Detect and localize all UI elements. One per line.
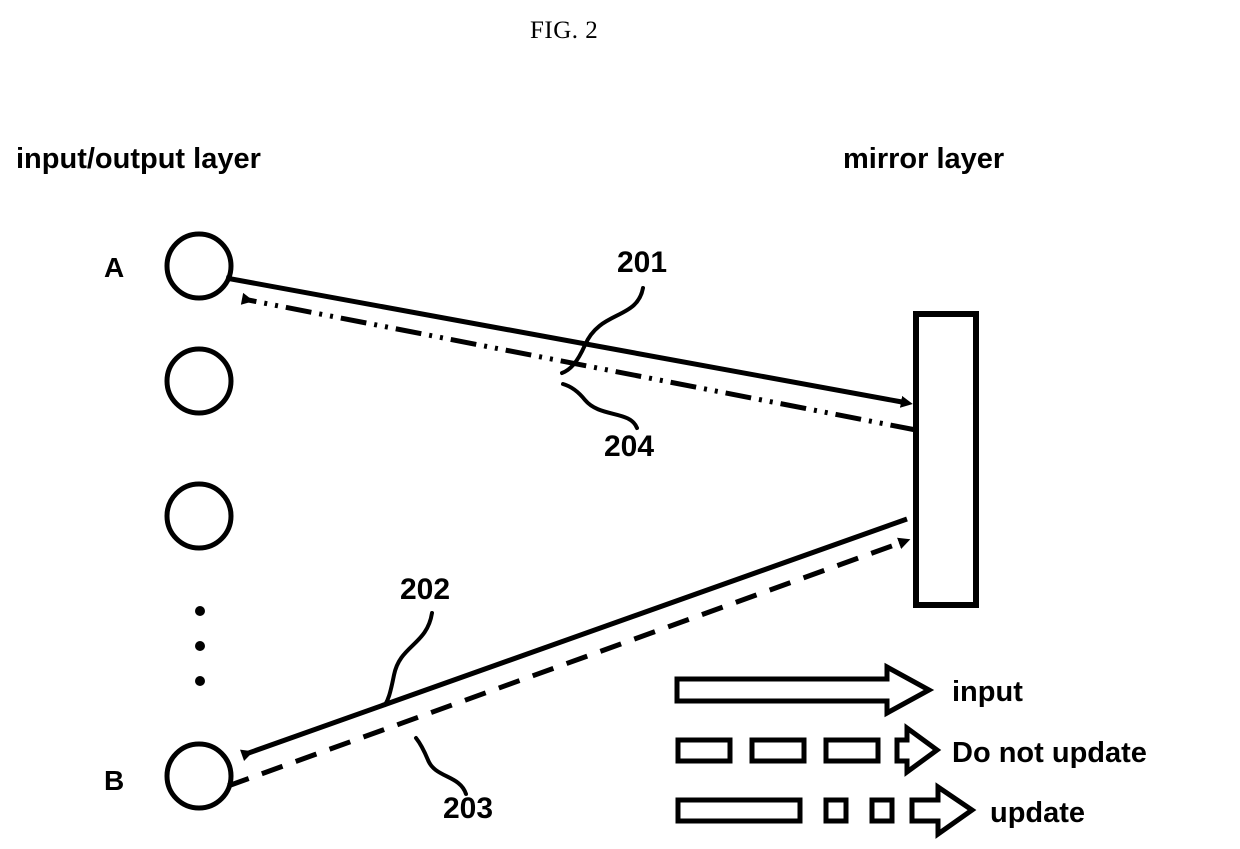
- figure-title: FIG. 2: [530, 17, 598, 44]
- legend-dash-1-icon: [675, 737, 733, 764]
- legend-arrowhead-do-not-update-icon: [894, 723, 942, 777]
- legend-label-input: input: [952, 676, 1023, 708]
- legend-longdash-icon: [675, 797, 803, 824]
- mirror-layer-block[interactable]: [913, 311, 979, 608]
- legend-row-update[interactable]: update: [675, 782, 1085, 839]
- ellipsis-dot-3: [195, 676, 205, 686]
- connection-202-line: [240, 516, 908, 761]
- legend: input Do not update update: [674, 662, 1147, 839]
- connection-204-line: [240, 292, 917, 433]
- node-b-circle[interactable]: [164, 741, 234, 811]
- legend-dash-2-icon: [749, 737, 807, 764]
- legend-row-do-not-update[interactable]: Do not update: [675, 723, 1147, 777]
- input-output-node-group: [164, 231, 234, 811]
- mirror-layer-label: mirror layer: [843, 143, 1004, 175]
- leader-203: [414, 736, 468, 796]
- legend-dash-3-icon: [823, 737, 881, 764]
- figure-canvas: FIG. 2 input/output layer mirror layer A…: [16, 17, 1147, 839]
- leader-201: [560, 286, 645, 375]
- legend-label-update: update: [990, 797, 1085, 829]
- node-b-label: B: [104, 765, 124, 796]
- patent-figure: FIG. 2 input/output layer mirror layer A…: [0, 0, 1240, 849]
- input-output-layer-label: input/output layer: [16, 143, 261, 175]
- legend-dot-2-icon: [869, 797, 895, 824]
- legend-label-do-not-update: Do not update: [952, 737, 1147, 769]
- leader-204: [561, 382, 639, 430]
- legend-arrowhead-update-icon: [909, 782, 977, 839]
- legend-row-input[interactable]: input: [674, 662, 1023, 718]
- ref-numeral-204: 204: [604, 430, 654, 463]
- node-a-circle[interactable]: [164, 231, 234, 301]
- ellipsis-dot-1: [195, 606, 205, 616]
- node-a-label: A: [104, 252, 124, 283]
- ref-numeral-201: 201: [617, 246, 667, 279]
- node-2-circle[interactable]: [164, 346, 234, 416]
- ellipsis-dots: [195, 606, 205, 686]
- ellipsis-dot-2: [195, 641, 205, 651]
- node-3-circle[interactable]: [164, 481, 234, 551]
- ref-numeral-202: 202: [400, 573, 450, 606]
- legend-arrow-input-icon: [674, 662, 935, 718]
- ref-numeral-203: 203: [443, 792, 493, 825]
- legend-dot-1-icon: [823, 797, 849, 824]
